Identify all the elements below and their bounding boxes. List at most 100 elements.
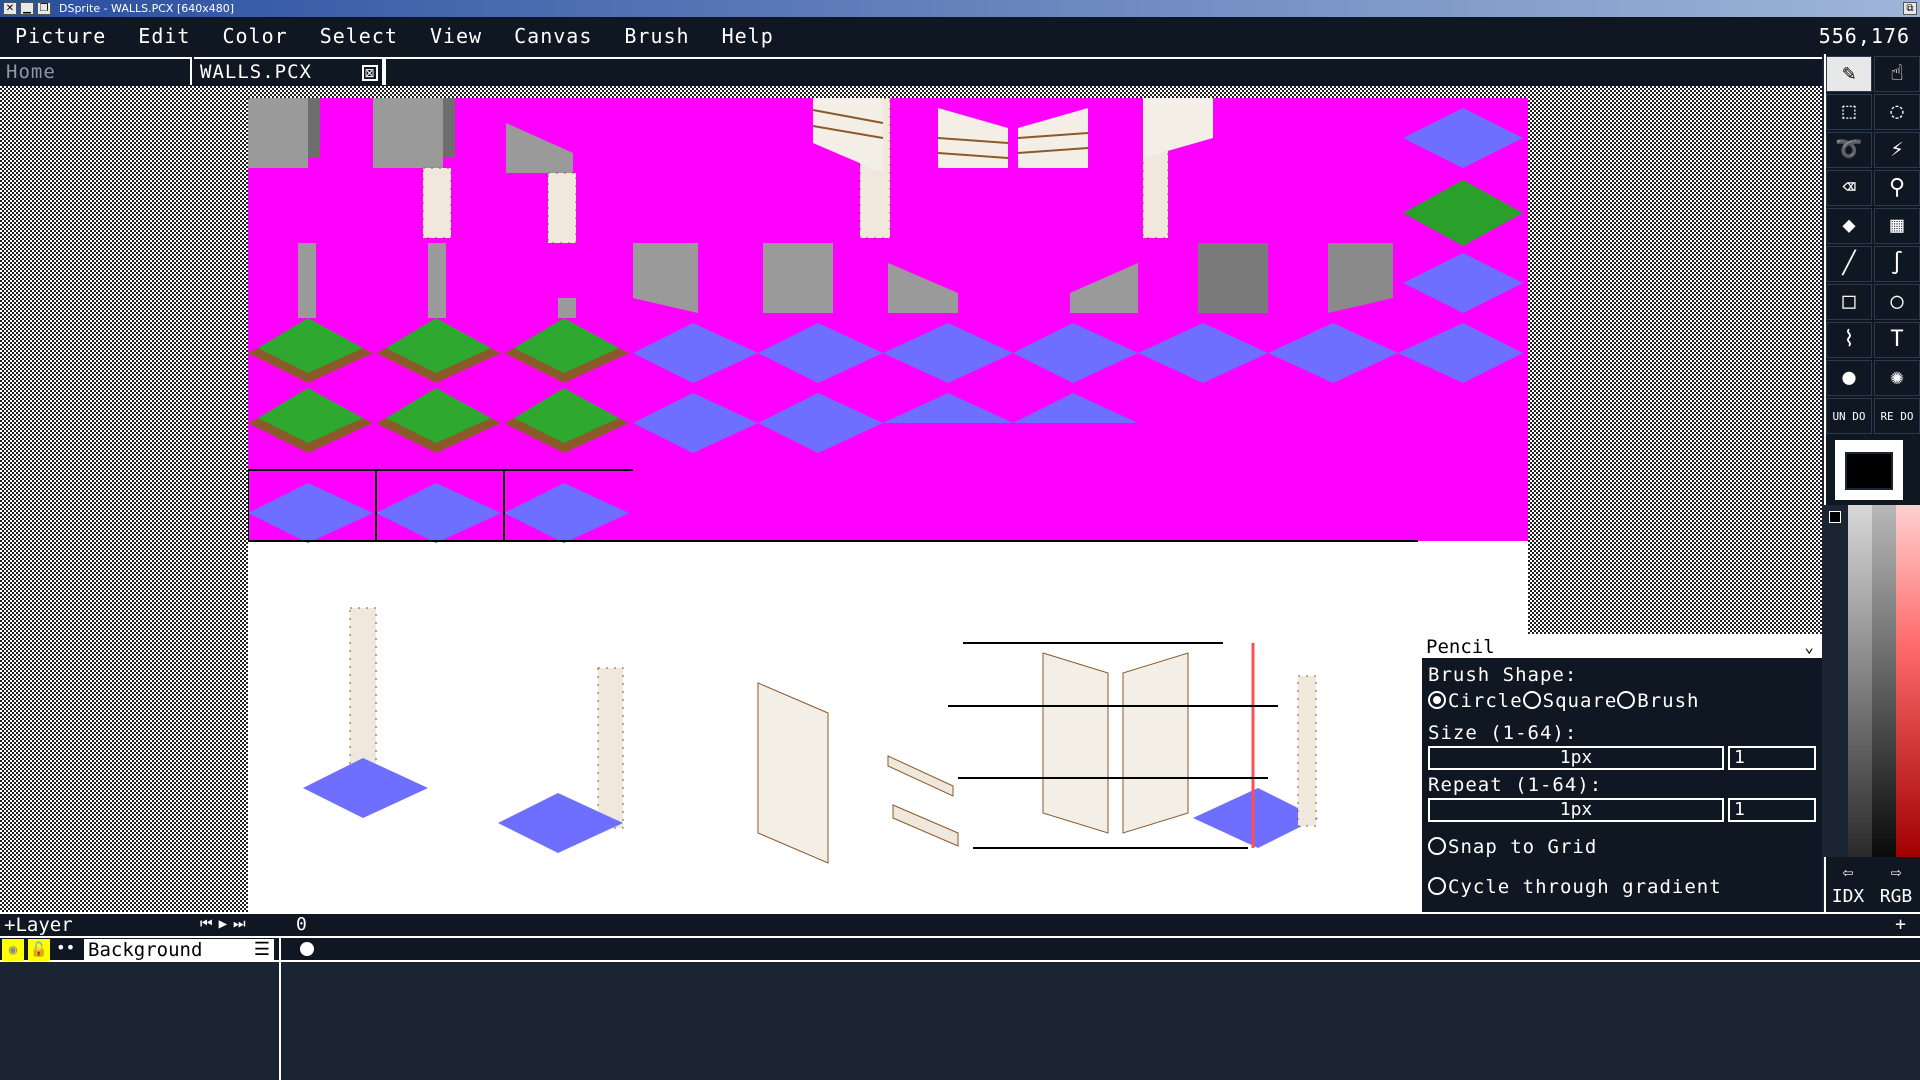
lock-icon[interactable]: 🔓 [28, 939, 50, 961]
smudge-icon: ⌇ [1843, 327, 1855, 352]
magic-wand-icon: ⚡ [1890, 137, 1904, 162]
lasso-icon: ➰ [1835, 137, 1863, 162]
hand-icon: ☝ [1890, 61, 1904, 86]
palette-mode-idx[interactable]: IDX [1824, 886, 1872, 910]
ellipse-tool-button[interactable]: ○ [1874, 284, 1920, 320]
text-icon: T [1890, 327, 1904, 352]
ellipse-icon: ○ [1890, 289, 1904, 314]
eraser-icon: ⌫ [1842, 175, 1856, 200]
menu-bar: Picture Edit Color Select View Canvas Br… [0, 17, 1920, 54]
line-tool-button[interactable]: ╱ [1826, 246, 1872, 282]
repeat-slider[interactable]: 1px [1428, 798, 1724, 822]
cursor-coordinates: 556,176 [1818, 24, 1910, 48]
cel-dot[interactable] [300, 942, 314, 956]
size-input[interactable]: 1 [1728, 746, 1816, 770]
eye-icon[interactable]: ◉ [2, 939, 24, 961]
rectangle-tool-button[interactable]: □ [1826, 284, 1872, 320]
chevron-down-icon[interactable]: ⌄ [1804, 636, 1814, 658]
airbrush-tool-button[interactable]: ● [1826, 360, 1872, 396]
size-label: Size (1-64): [1428, 722, 1578, 744]
continuous-icon[interactable]: •• [56, 938, 75, 957]
maximize-window-button[interactable]: ❐ [37, 2, 51, 15]
eraser-tool-button[interactable]: ⌫ [1826, 170, 1872, 206]
sprite-artwork [248, 98, 1523, 864]
timeline-header: +Layer ⏮▶⏭ 0 + [0, 912, 1920, 936]
selected-color-marker [1829, 511, 1841, 523]
close-window-button[interactable]: ✕ [3, 2, 17, 15]
ellipse-select-icon: ◌ [1890, 99, 1904, 124]
add-frame-button[interactable]: + [1895, 914, 1906, 935]
fill-tool-button[interactable]: ◆ [1826, 208, 1872, 244]
redo-label: RE DO [1880, 409, 1914, 423]
snap-to-grid-checkbox[interactable] [1428, 837, 1446, 855]
radio-square-label: Square [1542, 690, 1618, 712]
brush-shape-label: Brush Shape: [1428, 664, 1578, 686]
menu-picture[interactable]: Picture [15, 24, 106, 48]
layer-row[interactable]: ◉ 🔓 •• Background ☰ [0, 936, 1920, 962]
menu-canvas[interactable]: Canvas [514, 24, 592, 48]
cycle-gradient-label: Cycle through gradient [1448, 876, 1722, 898]
airbrush-icon: ● [1842, 365, 1856, 390]
palette-mode-rgb[interactable]: RGB [1872, 886, 1920, 910]
tab-walls-pcx[interactable]: WALLS.PCX ⊠ [194, 57, 384, 85]
smudge-tool-button[interactable]: ⌇ [1826, 322, 1872, 358]
pencil-icon: ✎ [1842, 61, 1856, 86]
palette-mode-toggle: IDX RGB [1824, 886, 1920, 910]
ellipse-select-tool-button[interactable]: ◌ [1874, 94, 1920, 130]
foreground-color-swatch[interactable] [1845, 452, 1893, 490]
radio-brush[interactable] [1617, 691, 1636, 709]
restore-window-button[interactable]: ⧉ [1903, 2, 1917, 15]
spray-tool-button[interactable]: ✺ [1874, 360, 1920, 396]
os-title-bar: ✕ ▁ ❐ DSprite - WALLS.PCX [640x480] ⧉ [0, 0, 1920, 17]
sprite-canvas[interactable] [248, 98, 1528, 912]
snap-to-grid-option: Snap to Grid [1428, 836, 1597, 858]
hand-tool-button[interactable]: ☝ [1874, 56, 1920, 92]
pencil-tool-button[interactable]: ✎ [1826, 56, 1872, 92]
add-layer-button[interactable]: +Layer [4, 914, 73, 936]
repeat-input[interactable]: 1 [1728, 798, 1816, 822]
palette-prev-icon[interactable]: ⇦ [1843, 862, 1854, 883]
frame-nav-icons[interactable]: ⏮▶⏭ [200, 916, 252, 932]
rect-select-icon: ⬚ [1842, 99, 1856, 124]
close-tab-icon[interactable]: ⊠ [362, 65, 378, 81]
radio-circle[interactable] [1428, 691, 1446, 709]
options-title: Pencil [1426, 636, 1495, 658]
timeline-divider [279, 936, 281, 1080]
frame-number: 0 [296, 914, 307, 935]
lasso-tool-button[interactable]: ➰ [1826, 132, 1872, 168]
cycle-gradient-checkbox[interactable] [1428, 877, 1446, 895]
tab-home[interactable]: Home [0, 57, 192, 85]
radio-brush-label: Brush [1637, 690, 1700, 712]
undo-button[interactable]: UN DO [1826, 398, 1872, 434]
color-palette[interactable] [1824, 505, 1920, 857]
menu-edit[interactable]: Edit [138, 24, 190, 48]
dither-tool-button[interactable]: ▦ [1874, 208, 1920, 244]
menu-view[interactable]: View [430, 24, 482, 48]
size-slider[interactable]: 1px [1428, 746, 1724, 770]
minimize-window-button[interactable]: ▁ [20, 2, 34, 15]
tool-grid: ✎ ☝ ⬚ ◌ ➰ ⚡ ⌫ ⚲ ◆ ▦ ╱ ∫ □ ○ ⌇ T ● ✺ UN D… [1826, 56, 1920, 436]
snap-to-grid-label: Snap to Grid [1448, 836, 1598, 858]
eyedropper-icon: ⚲ [1888, 175, 1906, 200]
repeat-label: Repeat (1-64): [1428, 774, 1603, 796]
layer-menu-icon[interactable]: ☰ [254, 939, 270, 961]
radio-square[interactable] [1522, 691, 1541, 709]
menu-help[interactable]: Help [722, 24, 774, 48]
options-header[interactable]: Pencil ⌄ [1422, 636, 1822, 658]
palette-next-icon[interactable]: ⇨ [1891, 862, 1902, 883]
curve-icon: ∫ [1890, 251, 1904, 276]
rect-select-tool-button[interactable]: ⬚ [1826, 94, 1872, 130]
eyedropper-tool-button[interactable]: ⚲ [1874, 170, 1920, 206]
tab-home-label: Home [6, 61, 56, 83]
layer-name[interactable]: Background ☰ [84, 939, 274, 961]
text-tool-button[interactable]: T [1874, 322, 1920, 358]
redo-button[interactable]: RE DO [1874, 398, 1920, 434]
menu-select[interactable]: Select [320, 24, 398, 48]
timeline-panel: +Layer ⏮▶⏭ 0 + ◉ 🔓 •• Background ☰ [0, 912, 1920, 1080]
magic-wand-tool-button[interactable]: ⚡ [1874, 132, 1920, 168]
tab-spacer [384, 57, 1822, 85]
curve-tool-button[interactable]: ∫ [1874, 246, 1920, 282]
menu-color[interactable]: Color [222, 24, 287, 48]
fill-icon: ◆ [1842, 213, 1856, 238]
menu-brush[interactable]: Brush [624, 24, 689, 48]
